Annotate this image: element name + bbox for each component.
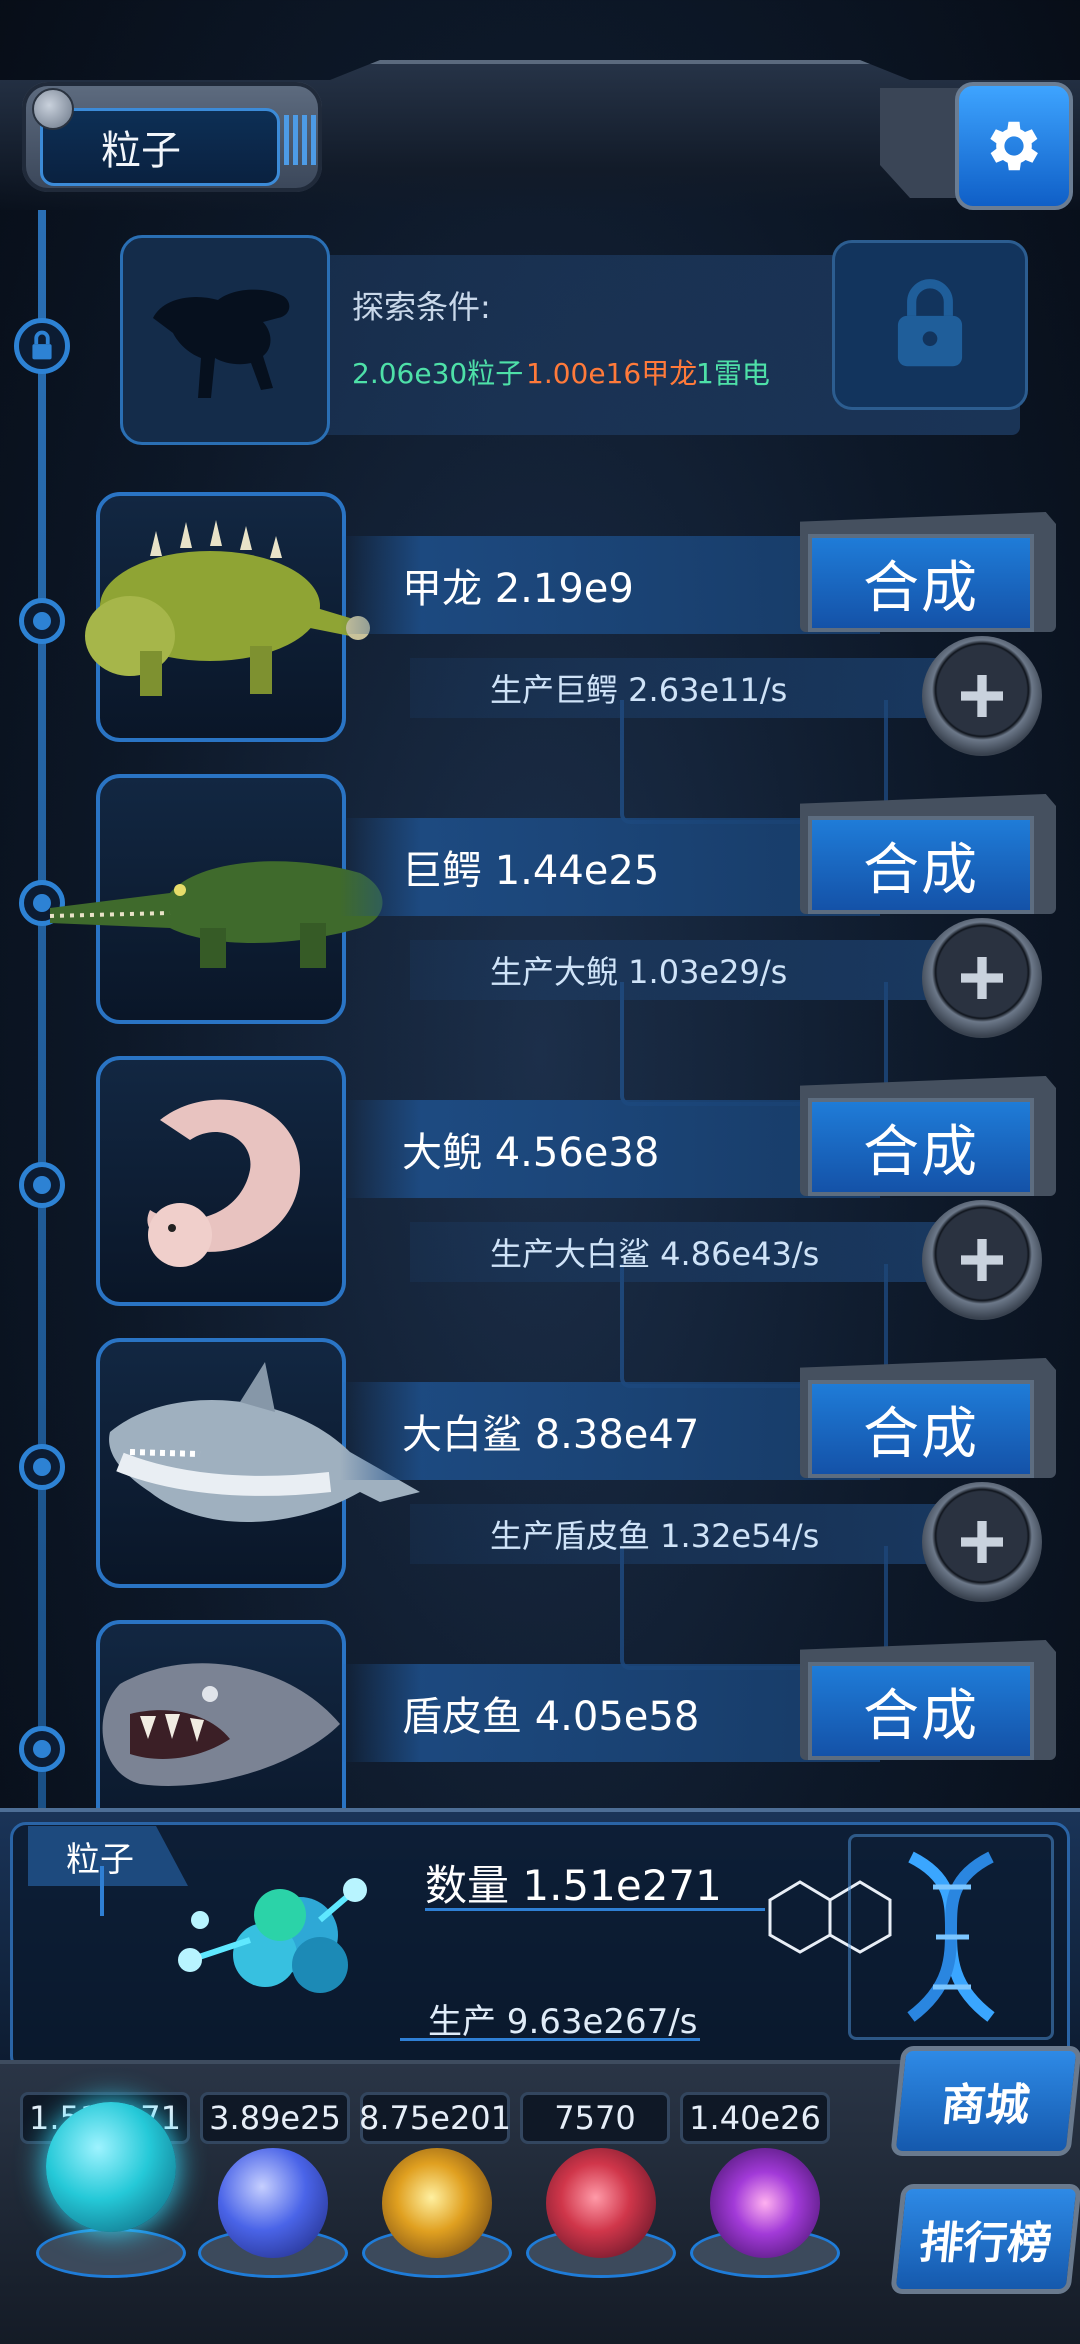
plus-icon — [961, 957, 1003, 999]
brain-orb[interactable] — [546, 2148, 656, 2258]
shop-button[interactable]: 商城 — [890, 2046, 1080, 2156]
rail-node — [19, 598, 65, 644]
add-button[interactable] — [922, 918, 1042, 1038]
progress-rail — [38, 210, 46, 1830]
creature-name: 甲龙 2.19e9 — [340, 536, 880, 634]
gear-icon — [990, 121, 1038, 171]
creature-name: 巨鳄 1.44e25 — [340, 818, 880, 916]
nebula-orb[interactable] — [382, 2148, 492, 2258]
salamander-icon — [147, 1099, 300, 1267]
synthesize-button[interactable]: 合成 — [808, 816, 1034, 914]
quantity-underline — [425, 1908, 765, 1911]
condition-particles: 2.06e30粒子 — [352, 357, 524, 390]
vortex-orb[interactable] — [710, 2148, 820, 2258]
resource-value: 8.75e201 — [359, 2092, 511, 2144]
orb-base — [36, 2228, 186, 2278]
plus-icon — [961, 675, 1003, 717]
creature-name: 大白鲨 8.38e47 — [340, 1382, 880, 1480]
trex-silhouette-icon — [153, 289, 290, 398]
rail-node — [19, 1726, 65, 1772]
explore-lock-button[interactable] — [832, 240, 1028, 410]
condition-lightning: 1雷电 — [696, 357, 770, 390]
settings-button[interactable] — [955, 82, 1073, 210]
padlock-icon — [897, 279, 963, 367]
particle-orb[interactable] — [46, 2102, 176, 2232]
synthesize-button[interactable]: 合成 — [808, 1380, 1034, 1478]
explore-title: 探索条件: — [352, 288, 491, 326]
rail-lock-node — [14, 318, 70, 374]
ranking-button[interactable]: 排行榜 — [890, 2184, 1080, 2294]
creature-production: 生产盾皮鱼 1.32e54/s — [410, 1504, 950, 1564]
page-title: 粒子 — [40, 108, 280, 186]
lock-icon — [32, 330, 52, 360]
creature-name: 大鲵 4.56e38 — [340, 1100, 880, 1198]
creature-name: 盾皮鱼 4.05e58 — [340, 1664, 880, 1762]
synthesize-button[interactable]: 合成 — [808, 534, 1034, 632]
connector-line — [100, 1866, 104, 1916]
plus-icon — [961, 1521, 1003, 1563]
dna-icon — [907, 1851, 995, 2022]
ankylosaurus-icon — [85, 520, 370, 696]
resource-value: 1.40e26 — [680, 2092, 830, 2144]
resource-value: 7570 — [520, 2092, 670, 2144]
add-button[interactable] — [922, 636, 1042, 756]
creature-production: 生产巨鳄 2.63e11/s — [410, 658, 950, 718]
synthesize-button[interactable]: 合成 — [808, 1098, 1034, 1196]
rail-node — [19, 1162, 65, 1208]
synthesize-button[interactable]: 合成 — [808, 1662, 1034, 1760]
creature-card-crocodile[interactable] — [49, 774, 383, 1024]
lightning-orb[interactable] — [218, 2148, 328, 2258]
creature-production: 生产大白鲨 4.86e43/s — [410, 1222, 950, 1282]
particle-production: 生产 9.63e267/s — [428, 2002, 698, 2042]
condition-ankylosaurus: 1.00e16甲龙 — [526, 357, 698, 390]
particle-quantity: 数量 1.51e271 — [425, 1861, 722, 1910]
screw-icon — [32, 88, 74, 130]
rail-node — [19, 1444, 65, 1490]
add-button[interactable] — [922, 1200, 1042, 1320]
locked-creature-frame — [120, 235, 330, 445]
creature-card-salamander[interactable] — [96, 1056, 346, 1306]
creature-production: 生产大鲵 1.03e29/s — [410, 940, 950, 1000]
add-button[interactable] — [922, 1482, 1042, 1602]
production-underline — [400, 2038, 700, 2041]
resource-value: 3.89e25 — [200, 2092, 350, 2144]
grille-decoration — [284, 115, 318, 165]
creature-card-shark[interactable] — [96, 1338, 421, 1588]
dna-frame — [848, 1834, 1054, 2040]
plus-icon — [961, 1239, 1003, 1281]
creature-card-ankylosaurus[interactable] — [85, 492, 370, 742]
molecule-icon — [178, 1878, 367, 1993]
